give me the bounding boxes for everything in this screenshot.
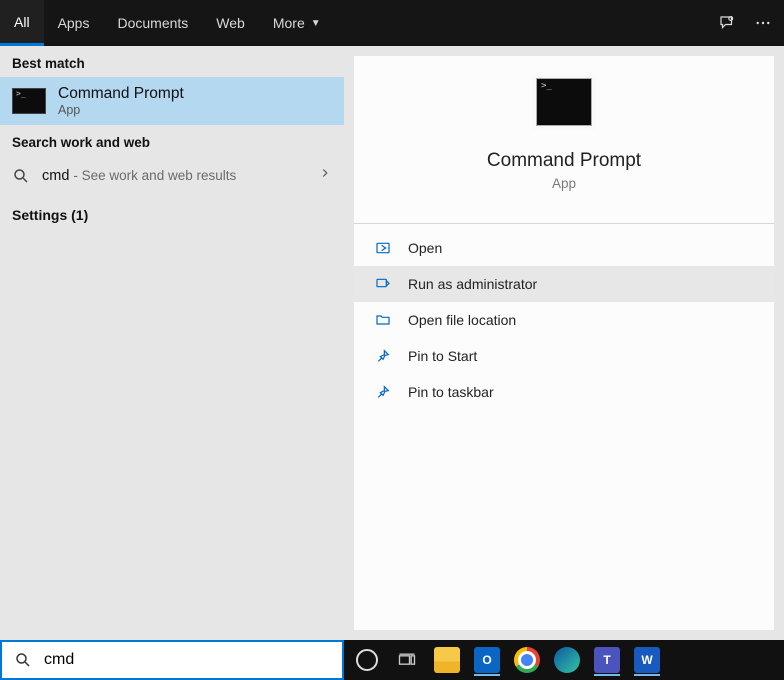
search-icon xyxy=(12,167,30,185)
taskbar-edge[interactable] xyxy=(550,643,584,677)
taskbar-teams[interactable]: T xyxy=(590,643,624,677)
preview-app-icon xyxy=(536,78,592,126)
folder-icon xyxy=(374,311,392,329)
best-match-item[interactable]: Command Prompt App xyxy=(0,77,344,125)
open-icon xyxy=(374,239,392,257)
best-match-label: Best match xyxy=(0,46,344,77)
options-icon[interactable] xyxy=(752,12,774,34)
search-input[interactable] xyxy=(44,651,342,669)
taskbar-word[interactable]: W xyxy=(630,643,664,677)
best-match-title: Command Prompt xyxy=(58,85,184,103)
action-open[interactable]: Open xyxy=(354,230,774,266)
action-pin-taskbar[interactable]: Pin to taskbar xyxy=(354,374,774,410)
chevron-right-icon xyxy=(318,166,332,185)
results-panel: Best match Command Prompt App Search wor… xyxy=(0,46,344,640)
divider xyxy=(354,223,774,224)
taskbar: O T W xyxy=(344,640,784,680)
search-icon xyxy=(14,651,32,669)
web-search-hint: - See work and web results xyxy=(73,168,236,183)
shield-icon xyxy=(374,275,392,293)
best-match-subtitle: App xyxy=(58,103,184,117)
pin-icon xyxy=(374,383,392,401)
action-pin-start[interactable]: Pin to Start xyxy=(354,338,774,374)
action-open-location[interactable]: Open file location xyxy=(354,302,774,338)
preview-title: Command Prompt xyxy=(487,150,641,172)
task-view-icon[interactable] xyxy=(390,643,424,677)
action-pin-taskbar-label: Pin to taskbar xyxy=(408,384,494,400)
tab-apps[interactable]: Apps xyxy=(44,0,104,46)
cortana-icon[interactable] xyxy=(350,643,384,677)
taskbar-outlook[interactable]: O xyxy=(470,643,504,677)
search-box[interactable] xyxy=(0,640,344,680)
taskbar-explorer[interactable] xyxy=(430,643,464,677)
filter-tabs: All Apps Documents Web More ▼ xyxy=(0,0,784,46)
tab-all[interactable]: All xyxy=(0,0,44,46)
action-open-label: Open xyxy=(408,240,442,256)
tab-documents[interactable]: Documents xyxy=(103,0,202,46)
web-search-item[interactable]: cmd - See work and web results xyxy=(0,156,344,195)
chevron-down-icon: ▼ xyxy=(311,18,321,29)
command-prompt-icon xyxy=(12,88,46,114)
web-search-query: cmd xyxy=(42,168,69,184)
settings-group[interactable]: Settings (1) xyxy=(0,195,344,235)
taskbar-chrome[interactable] xyxy=(510,643,544,677)
pin-icon xyxy=(374,347,392,365)
search-web-label: Search work and web xyxy=(0,125,344,156)
preview-subtitle: App xyxy=(552,176,576,191)
tab-more-label: More xyxy=(273,15,305,31)
action-run-admin-label: Run as administrator xyxy=(408,276,537,292)
action-pin-start-label: Pin to Start xyxy=(408,348,477,364)
action-open-location-label: Open file location xyxy=(408,312,516,328)
preview-panel: Command Prompt App Open xyxy=(354,56,774,630)
tab-more[interactable]: More ▼ xyxy=(259,0,335,46)
tab-web[interactable]: Web xyxy=(202,0,259,46)
feedback-icon[interactable] xyxy=(716,12,738,34)
action-run-admin[interactable]: Run as administrator xyxy=(354,266,774,302)
